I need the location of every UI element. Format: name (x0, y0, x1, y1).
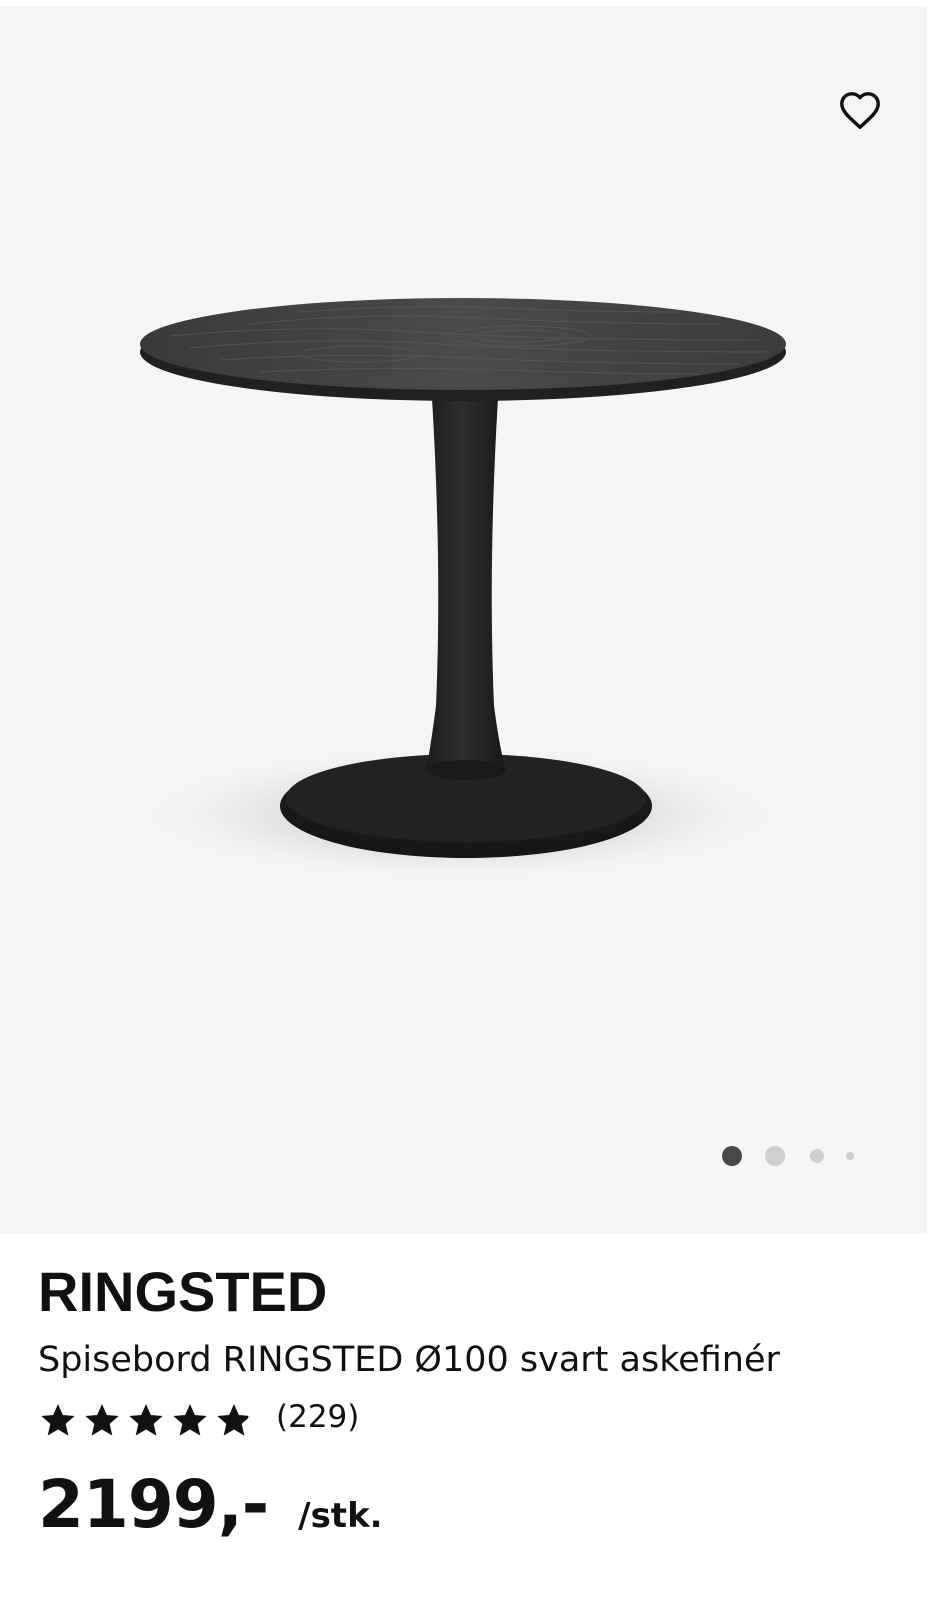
heart-outline-icon (840, 92, 880, 129)
carousel-dot-4[interactable] (846, 1152, 854, 1160)
carousel-pagination[interactable] (722, 1146, 878, 1166)
carousel-dot-3[interactable] (810, 1149, 824, 1163)
star-rating (38, 1401, 254, 1441)
star-filled-icon (129, 1404, 163, 1436)
price-unit: /stk. (298, 1496, 383, 1536)
product-description[interactable]: Spisebord RINGSTED Ø100 svart askefinér (38, 1336, 918, 1384)
favorite-button[interactable] (828, 78, 892, 142)
star-filled-icon (173, 1404, 207, 1436)
product-image-gallery[interactable] (0, 6, 927, 1234)
product-info: RINGSTED Spisebord RINGSTED Ø100 svart a… (38, 1260, 918, 1543)
carousel-dot-1[interactable] (722, 1146, 742, 1166)
price-row: 2199,- /stk. (38, 1466, 918, 1543)
rating-summary[interactable]: (229) (38, 1398, 918, 1444)
review-count[interactable]: (229) (276, 1399, 359, 1435)
product-image[interactable] (0, 6, 927, 1234)
product-name[interactable]: RINGSTED (38, 1260, 918, 1324)
star-filled-icon (41, 1404, 75, 1436)
star-partial-icon (217, 1404, 251, 1436)
carousel-dot-2[interactable] (765, 1146, 785, 1166)
star-filled-icon (85, 1404, 119, 1436)
product-price: 2199,- (38, 1466, 269, 1543)
